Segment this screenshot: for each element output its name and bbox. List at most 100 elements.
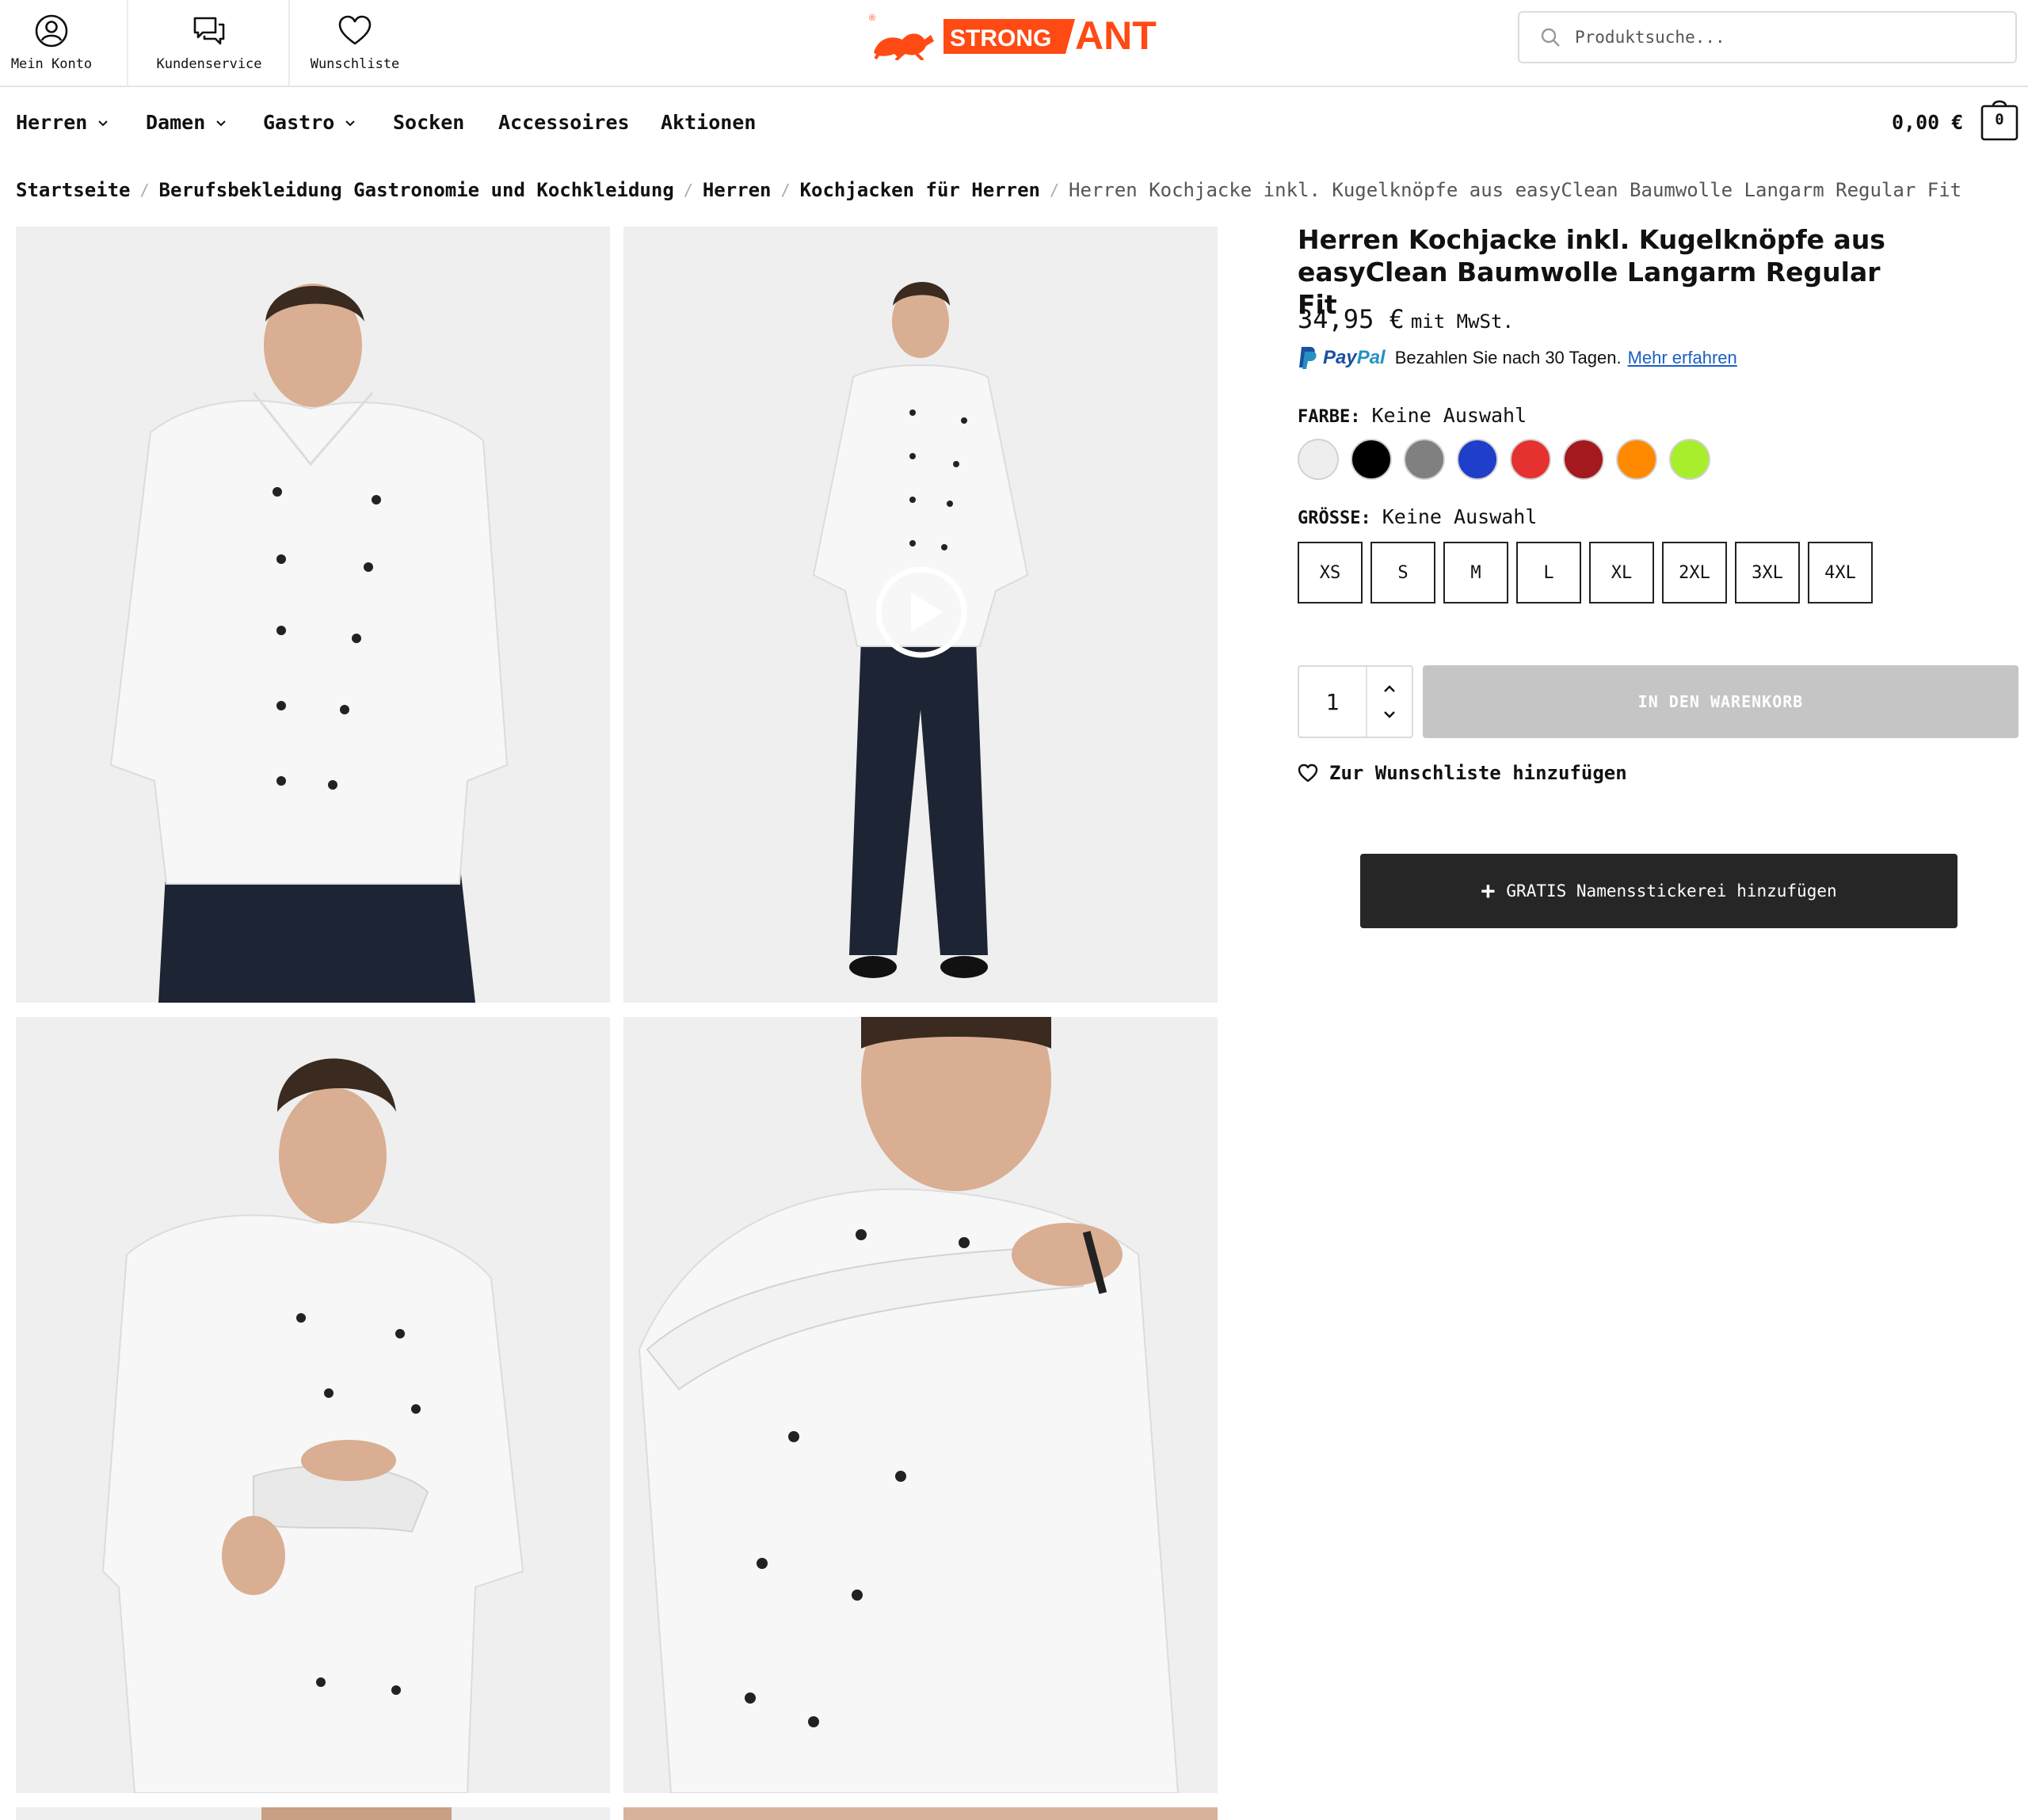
breadcrumb-current: Herren Kochjacke inkl. Kugelknöpfe aus e…	[1069, 179, 1962, 201]
cart-total[interactable]: 0,00 €	[1892, 111, 1963, 134]
size-value: Keine Auswahl	[1382, 505, 1538, 528]
chef-jacket-photo	[16, 1807, 610, 1820]
size-option-label: GRÖSSE: Keine Auswahl	[1298, 505, 1537, 528]
nav-item-label: Damen	[146, 111, 206, 134]
product-price-row: 34,95 € mit MwSt.	[1298, 304, 1514, 334]
paypal-text: Bezahlen Sie nach 30 Tagen.	[1394, 348, 1622, 367]
add-embroidery-button[interactable]: + GRATIS Namensstickerei hinzufügen	[1360, 854, 1957, 928]
nav-item-accessoires[interactable]: Accessoires	[498, 111, 630, 134]
color-label: FARBE:	[1298, 407, 1361, 427]
chevron-up-icon[interactable]	[1382, 683, 1397, 693]
top-bar: Mein Konto Kundenservice Wunschliste ® S…	[0, 0, 2028, 87]
heart-icon	[338, 15, 372, 45]
nav-item-label: Gastro	[263, 111, 335, 134]
size-button-2xl[interactable]: 2XL	[1662, 542, 1727, 603]
account-label: Mein Konto	[10, 56, 93, 72]
search-box[interactable]	[1518, 11, 2017, 63]
wishlist-link-label: Zur Wunschliste hinzufügen	[1329, 762, 1627, 784]
color-swatch-blue[interactable]	[1457, 439, 1498, 480]
size-button-l[interactable]: L	[1516, 542, 1581, 603]
cart-count-badge: 0	[1995, 111, 2004, 128]
nav-item-aktionen[interactable]: Aktionen	[661, 111, 756, 134]
breadcrumb-link[interactable]: Berufsbekleidung Gastronomie und Kochkle…	[159, 179, 674, 201]
nav-item-label: Aktionen	[661, 111, 757, 134]
size-options: XS S M L XL 2XL 3XL 4XL	[1298, 542, 1873, 603]
paypal-wordmark-a: Pay	[1323, 347, 1357, 368]
color-option-label: FARBE: Keine Auswahl	[1298, 404, 1527, 427]
paypal-learn-more-link[interactable]: Mehr erfahren	[1628, 348, 1737, 368]
breadcrumb-separator: /	[683, 181, 693, 200]
chef-jacket-photo	[16, 1017, 610, 1793]
nav-item-socken[interactable]: Socken	[393, 111, 464, 134]
chevron-down-icon	[345, 120, 356, 126]
size-button-m[interactable]: M	[1443, 542, 1508, 603]
chef-jacket-photo	[623, 1807, 1218, 1820]
logo-text-ant: ANT	[1075, 13, 1157, 58]
search-icon	[1541, 28, 1560, 47]
color-value: Keine Auswahl	[1371, 404, 1527, 427]
account-link[interactable]: Mein Konto	[0, 0, 103, 86]
nav-item-gastro[interactable]: Gastro	[263, 111, 356, 134]
user-circle-icon	[35, 14, 68, 48]
nav-item-herren[interactable]: Herren	[16, 111, 109, 134]
nav-item-label: Socken	[393, 111, 465, 134]
chef-jacket-photo	[16, 227, 610, 1003]
quantity-stepper[interactable]: 1	[1298, 665, 1413, 738]
customer-service-link[interactable]: Kundenservice	[128, 0, 290, 86]
play-icon[interactable]	[875, 565, 968, 659]
color-swatch-white[interactable]	[1298, 439, 1339, 480]
breadcrumb-separator: /	[1050, 181, 1060, 200]
color-swatch-black[interactable]	[1351, 439, 1392, 480]
nav-item-label: Herren	[16, 111, 88, 134]
product-photo-next[interactable]	[623, 1807, 1218, 1820]
product-photo-next[interactable]	[16, 1807, 610, 1820]
product-photo-detail[interactable]	[623, 1017, 1218, 1793]
add-to-cart-button[interactable]: IN DEN WARENKORB	[1423, 665, 2018, 738]
size-button-xl[interactable]: XL	[1589, 542, 1654, 603]
size-button-xs[interactable]: XS	[1298, 542, 1363, 603]
product-photo-side[interactable]	[16, 1017, 610, 1793]
heart-icon	[1298, 763, 1318, 782]
paypal-banner: PayPal Bezahlen Sie nach 30 Tagen. Mehr …	[1298, 345, 1737, 371]
chevron-down-icon	[98, 120, 109, 126]
color-swatch-red[interactable]	[1510, 439, 1551, 480]
quantity-value[interactable]: 1	[1299, 667, 1367, 737]
tax-note: mit MwSt.	[1410, 310, 1514, 333]
breadcrumb-link[interactable]: Kochjacken für Herren	[800, 179, 1040, 201]
size-button-3xl[interactable]: 3XL	[1735, 542, 1800, 603]
chef-jacket-photo	[623, 1017, 1218, 1793]
chevron-down-icon[interactable]	[1382, 710, 1397, 720]
color-swatches	[1298, 439, 1710, 480]
product-price: 34,95 €	[1298, 304, 1405, 334]
add-to-wishlist-link[interactable]: Zur Wunschliste hinzufügen	[1298, 762, 1627, 784]
search-input[interactable]	[1575, 28, 1987, 47]
customer-service-label: Kundenservice	[156, 56, 262, 72]
size-button-s[interactable]: S	[1370, 542, 1435, 603]
nav-item-label: Accessoires	[498, 111, 630, 134]
product-photo-front[interactable]	[16, 227, 610, 1003]
quantity-arrows	[1367, 667, 1412, 737]
svg-text:®: ®	[869, 13, 875, 23]
color-swatch-dark-red[interactable]	[1563, 439, 1604, 480]
breadcrumb-link[interactable]: Herren	[703, 179, 772, 201]
color-swatch-grey[interactable]	[1404, 439, 1445, 480]
chat-bubbles-icon	[193, 17, 225, 45]
size-label: GRÖSSE:	[1298, 508, 1371, 528]
embroidery-label: GRATIS Namensstickerei hinzufügen	[1506, 881, 1837, 900]
logo-text-strong: STRONG	[950, 25, 1051, 51]
paypal-wordmark: PayPal	[1323, 347, 1386, 369]
paypal-wordmark-b: Pal	[1356, 347, 1386, 368]
chevron-down-icon	[216, 120, 226, 126]
breadcrumb-separator: /	[780, 181, 791, 200]
color-swatch-lime[interactable]	[1669, 439, 1710, 480]
strongant-logo[interactable]: ® STRONG ANT	[867, 11, 1168, 62]
breadcrumb: Startseite / Berufsbekleidung Gastronomie…	[16, 179, 1961, 201]
breadcrumb-separator: /	[139, 181, 150, 200]
wishlist-link[interactable]: Wunschliste	[290, 0, 420, 86]
main-nav: Herren Damen Gastro Socken Accessoires A…	[0, 89, 2028, 157]
breadcrumb-link[interactable]: Startseite	[16, 179, 131, 201]
size-button-4xl[interactable]: 4XL	[1808, 542, 1873, 603]
paypal-icon	[1299, 347, 1317, 369]
color-swatch-orange[interactable]	[1616, 439, 1657, 480]
nav-item-damen[interactable]: Damen	[146, 111, 227, 134]
